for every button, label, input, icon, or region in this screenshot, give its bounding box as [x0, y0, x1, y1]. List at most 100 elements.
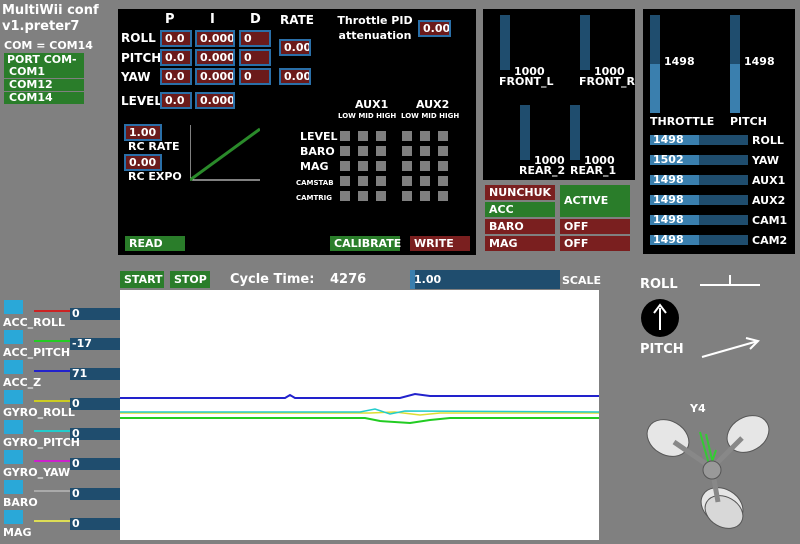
- aux-checkbox[interactable]: [358, 161, 368, 171]
- throttle-pid-attenuation-label: Throttle PID attenuation: [337, 14, 413, 42]
- signal-toggle-gyro-pitch[interactable]: [4, 420, 23, 434]
- aux-checkbox[interactable]: [420, 161, 430, 171]
- aux-checkbox[interactable]: [358, 176, 368, 186]
- aux-checkbox[interactable]: [358, 191, 368, 201]
- read-button[interactable]: READ: [125, 236, 185, 251]
- quad-model-icon: [646, 415, 770, 529]
- aux-checkbox[interactable]: [376, 146, 386, 156]
- trace-acc-pitch: [120, 417, 599, 425]
- pitch-value: 1498: [744, 55, 775, 68]
- rc-channel-label: AUX2: [752, 194, 786, 207]
- aux-checkbox[interactable]: [438, 191, 448, 201]
- signal-name: GYRO_YAW: [3, 466, 71, 479]
- port-item-com12[interactable]: COM12: [4, 79, 84, 91]
- aux-checkbox[interactable]: [420, 131, 430, 141]
- aux-checkbox[interactable]: [358, 146, 368, 156]
- aux-checkbox[interactable]: [438, 176, 448, 186]
- start-button[interactable]: START: [120, 271, 164, 288]
- port-item-com1[interactable]: COM1: [4, 66, 84, 78]
- rc-rate-field[interactable]: 1.00: [124, 124, 162, 141]
- pitch-label: PITCH: [730, 115, 767, 128]
- aux-checkbox[interactable]: [420, 176, 430, 186]
- aux-checkbox[interactable]: [402, 191, 412, 201]
- rc-expo-field[interactable]: 0.00: [124, 154, 162, 171]
- aux-checkbox[interactable]: [340, 191, 350, 201]
- throttle-pid-attenuation-field[interactable]: 0.00: [418, 20, 451, 37]
- throttle-bar: [650, 15, 660, 113]
- pitch-i-field[interactable]: 0.000: [195, 49, 235, 66]
- signal-toggle-gyro-yaw[interactable]: [4, 450, 23, 464]
- front-l-bar: [500, 15, 510, 70]
- signal-value-box: -17: [70, 338, 120, 350]
- signal-toggle-mag[interactable]: [4, 510, 23, 524]
- scale-label: SCALE: [562, 274, 602, 287]
- signal-toggle-gyro-roll[interactable]: [4, 390, 23, 404]
- aux-checkbox[interactable]: [438, 161, 448, 171]
- signal-color-swatch: [34, 490, 70, 492]
- aux-checkbox[interactable]: [402, 161, 412, 171]
- level-i-field[interactable]: 0.000: [195, 92, 235, 109]
- scale-slider[interactable]: 1.00: [410, 270, 560, 289]
- pitch-p-field[interactable]: 0.0: [160, 49, 192, 66]
- aux-checkbox[interactable]: [376, 161, 386, 171]
- pitch-bar-fill: [730, 64, 740, 113]
- aux-checkbox[interactable]: [420, 191, 430, 201]
- aux-checkbox[interactable]: [376, 131, 386, 141]
- signal-name: GYRO_PITCH: [3, 436, 81, 449]
- signal-toggle-acc-roll[interactable]: [4, 300, 23, 314]
- signal-toggle-acc-pitch[interactable]: [4, 330, 23, 344]
- aux-checkbox[interactable]: [340, 131, 350, 141]
- signal-toggle-acc-z[interactable]: [4, 360, 23, 374]
- rc-channel-value: 1502: [653, 153, 684, 166]
- rc-channel-label: YAW: [752, 154, 780, 167]
- rear-2-label: REAR_2: [519, 164, 566, 177]
- signal-value: 71: [72, 367, 88, 380]
- write-button[interactable]: WRITE: [410, 236, 470, 251]
- aux-checkbox[interactable]: [376, 176, 386, 186]
- level-p-field[interactable]: 0.0: [160, 92, 192, 109]
- status-off-mag: OFF: [560, 236, 630, 251]
- aux-checkbox[interactable]: [420, 146, 430, 156]
- aux-checkbox[interactable]: [438, 131, 448, 141]
- aux-checkbox[interactable]: [340, 146, 350, 156]
- stop-button[interactable]: STOP: [170, 271, 210, 288]
- aux-checkbox[interactable]: [402, 131, 412, 141]
- yaw-i-field[interactable]: 0.000: [195, 68, 235, 85]
- signal-value-box: 0: [70, 308, 120, 320]
- rc-channel-bar: 1502: [650, 153, 748, 166]
- aux-checkbox[interactable]: [402, 176, 412, 186]
- signal-name: ACC_PITCH: [3, 346, 71, 359]
- signal-toggle-baro[interactable]: [4, 480, 23, 494]
- roll-i-field[interactable]: 0.000: [195, 30, 235, 47]
- calibrate-button[interactable]: CALIBRATE: [330, 236, 401, 251]
- roll-d-field[interactable]: 0: [239, 30, 271, 47]
- throttle-bar-fill: [650, 64, 660, 113]
- aux-mode-camtrig: CAMTRIG: [296, 194, 333, 202]
- aux-checkbox[interactable]: [438, 146, 448, 156]
- heading-compass-icon: [641, 299, 679, 337]
- port-item-com14[interactable]: COM14: [4, 92, 84, 104]
- aux-checkbox[interactable]: [340, 176, 350, 186]
- rear-2-bar: [520, 105, 530, 160]
- cycle-time-value: 4276: [330, 272, 367, 287]
- yaw-rate-field[interactable]: 0.00: [279, 68, 311, 85]
- signal-color-swatch: [34, 340, 70, 342]
- roll-p-field[interactable]: 0.0: [160, 30, 192, 47]
- aux-checkbox[interactable]: [358, 131, 368, 141]
- yaw-d-field[interactable]: 0: [239, 68, 271, 85]
- rc-curve-graph: [190, 125, 260, 181]
- aux-mode-level: LEVEL: [300, 130, 338, 143]
- com-current: COM = COM14: [4, 39, 93, 52]
- aux-checkbox[interactable]: [340, 161, 350, 171]
- aux-checkbox[interactable]: [402, 146, 412, 156]
- pitch-bar: [730, 15, 740, 113]
- app-title-line1: MultiWii conf: [2, 3, 99, 18]
- port-com-dash: -: [72, 53, 77, 66]
- roll-pitch-rate-field[interactable]: 0.00: [279, 39, 311, 56]
- pid-header-i: I: [210, 12, 215, 27]
- pitch-d-field[interactable]: 0: [239, 49, 271, 66]
- signal-value: 0: [72, 457, 80, 470]
- rate-header: RATE: [280, 13, 314, 27]
- yaw-p-field[interactable]: 0.0: [160, 68, 192, 85]
- aux-checkbox[interactable]: [376, 191, 386, 201]
